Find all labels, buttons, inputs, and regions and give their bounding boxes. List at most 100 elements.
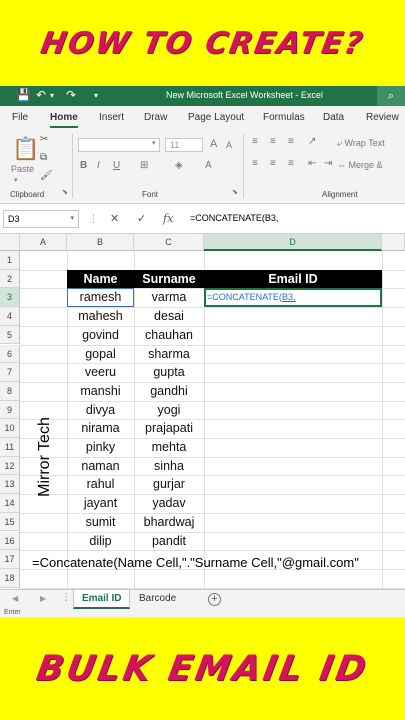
row-header-14[interactable]: 14 <box>0 494 20 513</box>
enter-icon[interactable]: ✓ <box>137 212 146 225</box>
format-painter-icon[interactable]: 🖌 <box>40 170 53 181</box>
paste-dropdown-icon[interactable]: ▾ <box>14 176 18 184</box>
cell-surname[interactable]: sharma <box>134 345 204 364</box>
cancel-icon[interactable]: ✕ <box>110 212 119 225</box>
bold-icon[interactable]: B <box>80 160 87 171</box>
fill-color-icon[interactable]: ◈ <box>175 160 183 171</box>
align-right-icon[interactable]: ≡ <box>288 158 294 169</box>
cell-surname[interactable]: prajapati <box>134 419 204 438</box>
sheet-tab-email-id[interactable]: Email ID <box>73 590 131 609</box>
cell-name[interactable]: gopal <box>67 345 134 364</box>
font-color-icon[interactable]: A <box>205 160 212 171</box>
customize-toolbar-icon[interactable]: ▾ <box>94 91 98 100</box>
tab-insert[interactable]: Insert <box>99 112 124 123</box>
row-header-16[interactable]: 16 <box>0 531 20 551</box>
save-icon[interactable]: 💾 <box>16 88 31 102</box>
cut-icon[interactable]: ✂ <box>40 134 48 145</box>
tab-data[interactable]: Data <box>323 112 344 123</box>
row-header-9[interactable]: 9 <box>0 400 20 420</box>
align-bottom-icon[interactable]: ≡ <box>288 136 294 147</box>
column-header-b[interactable]: B <box>67 234 134 251</box>
cell-surname[interactable]: desai <box>134 307 204 326</box>
row-header-7[interactable]: 7 <box>0 363 20 382</box>
increase-font-icon[interactable]: A <box>210 138 217 150</box>
row-header-10[interactable]: 10 <box>0 419 20 438</box>
font-name-dropdown-icon[interactable]: ▾ <box>152 139 156 147</box>
worksheet-grid[interactable]: A B C D 1 2 3 4 5 6 7 8 9 10 11 12 13 14 15 16 17 18 Name Surna… <box>0 234 405 589</box>
cell-name[interactable]: veeru <box>67 363 134 382</box>
row-header-15[interactable]: 15 <box>0 512 20 532</box>
cell-name[interactable]: manshi <box>67 382 134 401</box>
cell-name[interactable]: govind <box>67 326 134 345</box>
plus-icon[interactable]: + <box>208 593 221 606</box>
sheet-menu-icon[interactable]: ⋮ <box>61 592 71 603</box>
cell-surname[interactable]: yogi <box>134 401 204 420</box>
formula-input[interactable]: =CONCATENATE(B3, <box>190 213 278 223</box>
orientation-icon[interactable]: ↗ <box>308 136 316 147</box>
font-launcher-icon[interactable]: ⬊ <box>232 188 238 196</box>
row-header-2[interactable]: 2 <box>0 269 20 289</box>
column-header-a[interactable]: A <box>20 234 67 251</box>
row-header-12[interactable]: 12 <box>0 456 20 476</box>
cell-surname[interactable]: mehta <box>134 438 204 457</box>
cell-name[interactable]: rahul <box>67 475 134 494</box>
row-header-1[interactable]: 1 <box>0 251 20 270</box>
align-top-icon[interactable]: ≡ <box>252 136 258 147</box>
align-middle-icon[interactable]: ≡ <box>270 136 276 147</box>
cell-surname[interactable]: varma <box>134 288 204 307</box>
cell-surname[interactable]: gurjar <box>134 475 204 494</box>
column-header-d[interactable]: D <box>204 234 382 251</box>
cell-name[interactable]: divya <box>67 401 134 420</box>
cell-name[interactable]: pinky <box>67 438 134 457</box>
row-header-3[interactable]: 3 <box>0 288 20 308</box>
tab-review[interactable]: Review <box>366 112 399 123</box>
cell-surname[interactable]: yadav <box>134 494 204 513</box>
cell-name[interactable]: jayant <box>67 494 134 513</box>
cell-name[interactable]: dilip <box>67 532 134 551</box>
column-header-e[interactable] <box>382 234 405 251</box>
next-sheet-icon[interactable]: ▶ <box>40 594 46 603</box>
undo-icon[interactable]: ↶ <box>36 88 46 102</box>
underline-icon[interactable]: U <box>113 160 120 171</box>
name-box[interactable]: D3 ▾ <box>3 210 79 228</box>
tab-file[interactable]: File <box>12 112 28 123</box>
cell-surname[interactable]: bhardwaj <box>134 513 204 532</box>
tab-formulas[interactable]: Formulas <box>263 112 305 123</box>
active-cell-d3[interactable]: =CONCATENATE(B3, <box>204 288 382 308</box>
sheet-tab-barcode[interactable]: Barcode <box>131 590 184 609</box>
row-header-4[interactable]: 4 <box>0 307 20 326</box>
cell-surname[interactable]: sinha <box>134 457 204 476</box>
merge-center-button[interactable]: ⇔ Merge & <box>337 160 383 170</box>
column-header-c[interactable]: C <box>134 234 204 251</box>
clipboard-launcher-icon[interactable]: ⬊ <box>62 188 68 196</box>
redo-icon[interactable]: ↷ <box>66 88 76 102</box>
row-header-5[interactable]: 5 <box>0 325 20 345</box>
cell-name[interactable]: sumit <box>67 513 134 532</box>
decrease-indent-icon[interactable]: ⇤ <box>308 158 316 169</box>
row-header-18[interactable]: 18 <box>0 568 20 588</box>
row-header-11[interactable]: 11 <box>0 438 20 457</box>
increase-indent-icon[interactable]: ⇥ <box>324 158 332 169</box>
align-left-icon[interactable]: ≡ <box>252 158 258 169</box>
tab-home[interactable]: Home <box>50 112 78 128</box>
cell-name[interactable]: nirama <box>67 419 134 438</box>
font-size-select[interactable]: 11 <box>165 138 203 152</box>
cell-surname[interactable]: pandit <box>134 532 204 551</box>
name-box-dropdown-icon[interactable]: ▾ <box>70 214 74 222</box>
font-name-select[interactable] <box>78 138 160 152</box>
cell-surname[interactable]: chauhan <box>134 326 204 345</box>
italic-icon[interactable]: I <box>97 160 100 171</box>
row-header-17[interactable]: 17 <box>0 550 20 569</box>
undo-dropdown-icon[interactable]: ▾ <box>50 91 54 100</box>
select-all-corner[interactable] <box>0 234 20 251</box>
cell-name[interactable]: naman <box>67 457 134 476</box>
tab-page-layout[interactable]: Page Layout <box>188 112 244 123</box>
paste-icon[interactable]: 📋 <box>12 136 39 162</box>
row-header-8[interactable]: 8 <box>0 381 20 401</box>
wrap-text-button[interactable]: ⤶ Wrap Text <box>337 138 385 149</box>
tab-draw[interactable]: Draw <box>144 112 167 123</box>
insert-function-icon[interactable]: fx <box>163 212 173 225</box>
cell-name[interactable]: mahesh <box>67 307 134 326</box>
copy-icon[interactable]: ⧉ <box>40 152 47 163</box>
cell-surname[interactable]: gandhi <box>134 382 204 401</box>
